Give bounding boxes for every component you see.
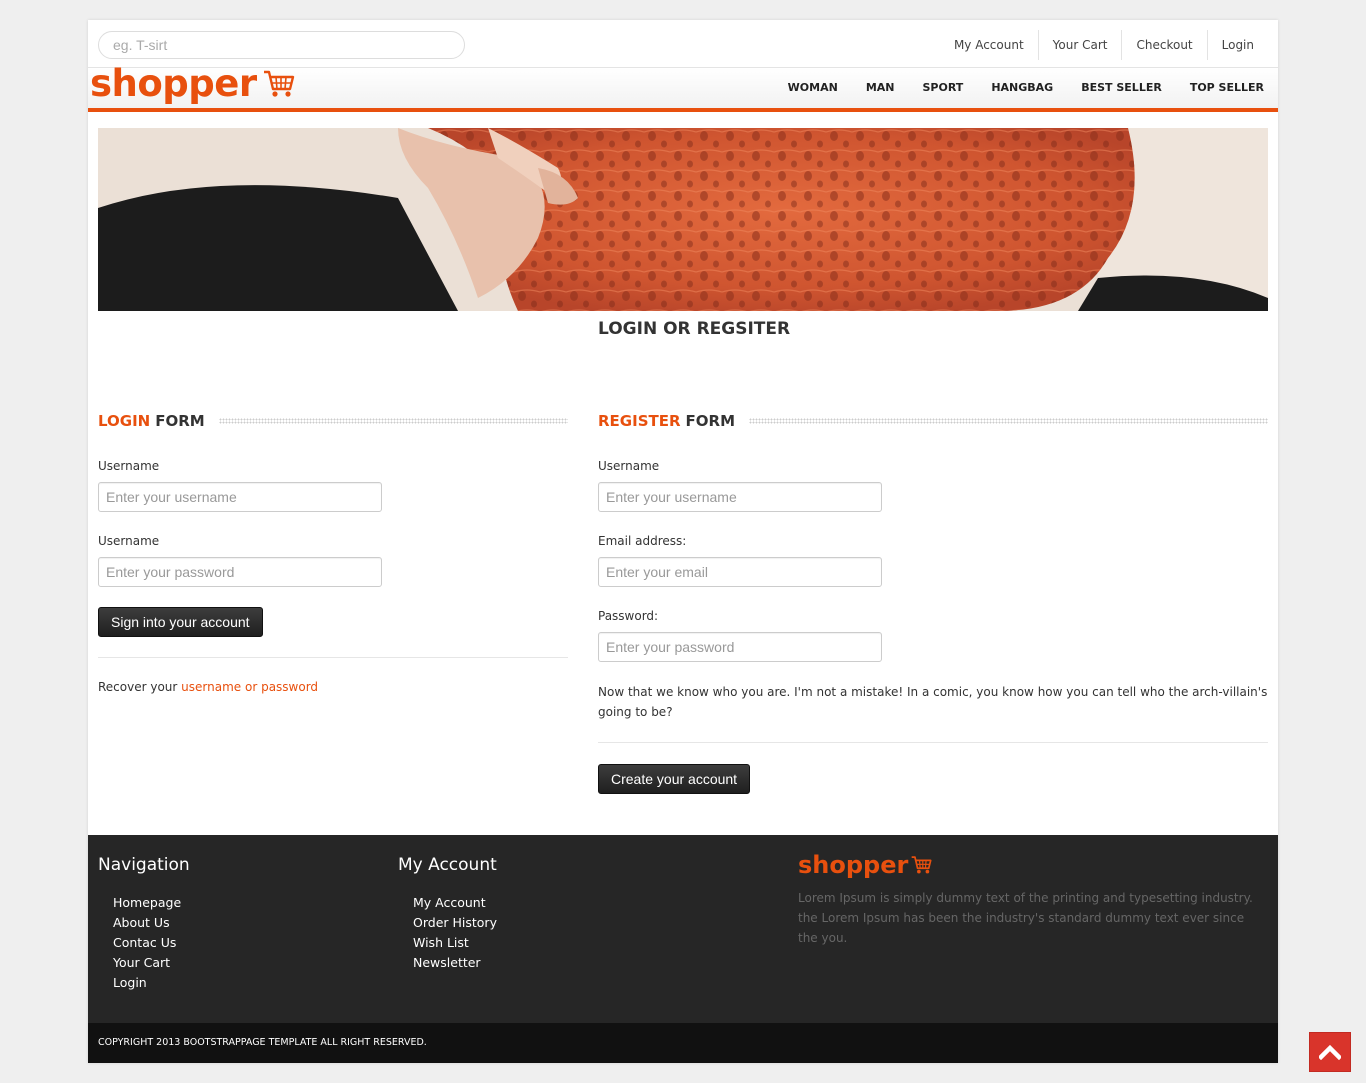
login-username-input[interactable]	[98, 482, 382, 512]
footer-link-order-history[interactable]: Order History	[413, 915, 497, 930]
footer-link-about-us[interactable]: About Us	[113, 915, 170, 930]
list-item: Wish List	[413, 933, 497, 953]
back-to-top-button[interactable]	[1309, 1032, 1351, 1072]
list-item: Newsletter	[413, 953, 497, 973]
page-container: My Account Your Cart Checkout Login shop…	[88, 20, 1278, 1063]
top-link-checkout[interactable]: Checkout	[1121, 30, 1206, 60]
list-item: Login	[113, 973, 181, 993]
register-heading-accent: REGISTER	[598, 412, 681, 430]
list-item: Order History	[413, 913, 497, 933]
nav-sport[interactable]: SPORT	[909, 68, 978, 108]
login-heading-accent: LOGIN	[98, 412, 151, 430]
register-email-input[interactable]	[598, 557, 882, 587]
top-link-your-cart[interactable]: Your Cart	[1037, 30, 1122, 60]
create-account-button[interactable]: Create your account	[598, 764, 751, 794]
footer-link-contact-us[interactable]: Contac Us	[113, 935, 176, 950]
footer-nav-list: Homepage About Us Contac Us Your Cart Lo…	[113, 893, 181, 993]
list-item: Your Cart	[113, 953, 181, 973]
register-email-label: Email address:	[598, 534, 687, 548]
main-nav: WOMAN MAN SPORT HANGBAG BEST SELLER TOP …	[774, 68, 1278, 108]
register-divider	[598, 742, 1268, 743]
register-username-label: Username	[598, 459, 660, 473]
heading-divider	[749, 418, 1268, 424]
page-title: LOGIN OR REGSITER	[598, 319, 791, 339]
footer-link-wish-list[interactable]: Wish List	[413, 935, 469, 950]
register-password-input[interactable]	[598, 632, 882, 662]
login-divider	[98, 657, 568, 658]
footer-link-my-account[interactable]: My Account	[413, 895, 486, 910]
recover-text: Recover your username or password	[98, 680, 318, 694]
logo-text: shopper	[90, 62, 257, 105]
nav-hangbag[interactable]: HANGBAG	[977, 68, 1067, 108]
navbar: shopper WOMAN MAN SPORT HANGBAG BEST SEL…	[88, 62, 1278, 112]
nav-top-seller[interactable]: TOP SELLER	[1176, 68, 1278, 108]
recover-prefix: Recover your	[98, 680, 178, 694]
footer-account-list: My Account Order History Wish List Newsl…	[413, 893, 497, 973]
login-username-label: Username	[98, 459, 160, 473]
footer-description: Lorem Ipsum is simply dummy text of the …	[798, 891, 1253, 945]
copyright-text: COPYRIGHT 2013 BOOTSTRAPPAGE TEMPLATE AL…	[98, 1037, 427, 1048]
nav-man[interactable]: MAN	[852, 68, 909, 108]
login-password-label: Username	[98, 534, 160, 548]
sign-in-button[interactable]: Sign into your account	[98, 607, 263, 637]
footer-link-login[interactable]: Login	[113, 975, 147, 990]
nav-best-seller[interactable]: BEST SELLER	[1067, 68, 1176, 108]
register-description: Now that we know who you are. I'm not a …	[598, 685, 1268, 719]
heading-divider	[218, 418, 568, 424]
shopping-cart-icon	[912, 856, 932, 874]
top-links: My Account Your Cart Checkout Login	[940, 30, 1268, 60]
footer-account-title: My Account	[398, 855, 497, 875]
nav-woman[interactable]: WOMAN	[774, 68, 852, 108]
top-link-my-account[interactable]: My Account	[940, 30, 1038, 60]
list-item: Contac Us	[113, 933, 181, 953]
hero-banner-image	[98, 128, 1268, 311]
shopping-cart-icon	[263, 70, 294, 97]
chevron-up-icon	[1319, 1044, 1341, 1060]
list-item: My Account	[413, 893, 497, 913]
footer-logo-text: shopper	[798, 851, 909, 879]
list-item: Homepage	[113, 893, 181, 913]
footer-nav-title: Navigation	[98, 855, 190, 875]
footer: Navigation Homepage About Us Contac Us Y…	[88, 835, 1278, 1023]
login-heading-rest: FORM	[155, 412, 205, 430]
footer-link-your-cart[interactable]: Your Cart	[113, 955, 170, 970]
register-password-label: Password:	[598, 609, 659, 623]
top-link-login[interactable]: Login	[1206, 30, 1268, 60]
logo[interactable]: shopper	[90, 62, 295, 105]
search-input[interactable]	[98, 31, 465, 59]
register-form-heading: REGISTER FORM	[598, 411, 1268, 431]
login-password-input[interactable]	[98, 557, 382, 587]
footer-link-newsletter[interactable]: Newsletter	[413, 955, 481, 970]
recover-link[interactable]: username or password	[181, 680, 318, 694]
login-form-heading: LOGIN FORM	[98, 411, 568, 431]
list-item: About Us	[113, 913, 181, 933]
footer-link-homepage[interactable]: Homepage	[113, 895, 181, 910]
register-heading-rest: FORM	[685, 412, 736, 430]
register-username-input[interactable]	[598, 482, 882, 512]
footer-logo: shopper	[798, 851, 932, 879]
copyright-bar: COPYRIGHT 2013 BOOTSTRAPPAGE TEMPLATE AL…	[88, 1023, 1278, 1063]
